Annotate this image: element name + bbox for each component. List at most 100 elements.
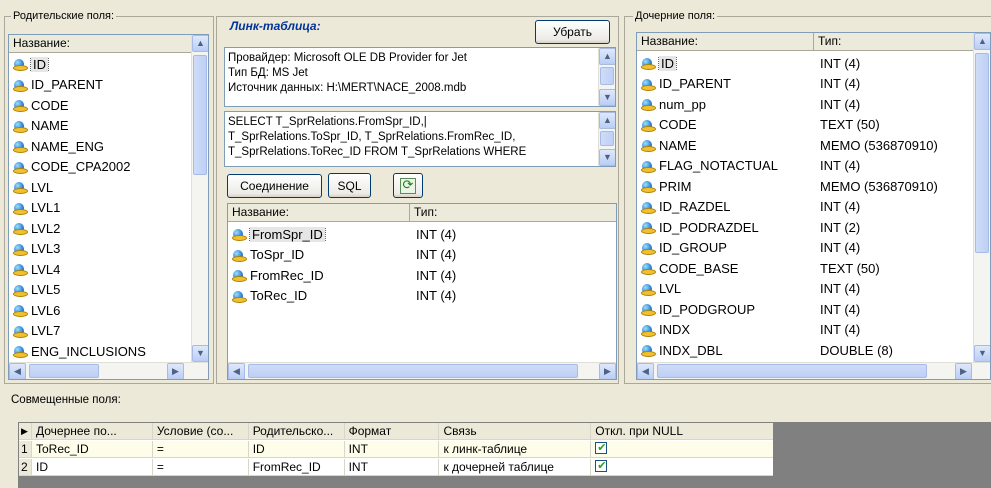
- null-off-checkbox[interactable]: [595, 441, 608, 456]
- table-row[interactable]: 2 ID = FromRec_ID INT к дочерней таблице: [19, 459, 773, 476]
- cell-parent[interactable]: ID: [249, 441, 345, 457]
- list-item[interactable]: CODE_BASE TEXT (50): [637, 258, 974, 279]
- scroll-right-icon[interactable]: ▶: [167, 363, 184, 379]
- list-item[interactable]: num_pp INT (4): [637, 94, 974, 115]
- scroll-down-icon[interactable]: ▼: [599, 149, 615, 166]
- sql-memo[interactable]: SELECT T_SprRelations.FromSpr_ID,| T_Spr…: [224, 111, 616, 167]
- link-hscrollbar[interactable]: ◀ ▶: [228, 362, 616, 379]
- scroll-down-icon[interactable]: ▼: [192, 345, 208, 362]
- list-item[interactable]: FromRec_ID INT (4): [228, 265, 600, 286]
- child-fields-header[interactable]: Название: Тип:: [637, 33, 990, 51]
- cell-condition[interactable]: =: [153, 459, 249, 475]
- child-vscroll-thumb[interactable]: [975, 53, 989, 253]
- list-item[interactable]: LVL4: [9, 259, 192, 280]
- col-condition[interactable]: Условие (со...: [153, 423, 249, 439]
- list-item[interactable]: ID_GROUP INT (4): [637, 238, 974, 259]
- list-item[interactable]: NAME: [9, 116, 192, 137]
- scroll-up-icon[interactable]: ▲: [974, 33, 990, 50]
- null-off-checkbox[interactable]: [595, 459, 608, 474]
- refresh-button[interactable]: ⟳: [393, 173, 423, 198]
- child-header-name[interactable]: Название:: [637, 33, 814, 50]
- link-header-type[interactable]: Тип:: [410, 204, 600, 221]
- list-item[interactable]: LVL5: [9, 280, 192, 301]
- col-parent-field[interactable]: Родительско...: [249, 423, 345, 439]
- scroll-left-icon[interactable]: ◀: [9, 363, 26, 379]
- col-link[interactable]: Связь: [439, 423, 592, 439]
- cell-parent[interactable]: FromRec_ID: [249, 459, 345, 475]
- sql-vscroll-thumb[interactable]: [600, 131, 614, 146]
- list-item[interactable]: ID_PODRAZDEL INT (2): [637, 217, 974, 238]
- list-item[interactable]: FLAG_NOTACTUAL INT (4): [637, 156, 974, 177]
- list-item[interactable]: CODE_CPA2002: [9, 157, 192, 178]
- list-item[interactable]: ToRec_ID INT (4): [228, 286, 600, 307]
- connection-button[interactable]: Соединение: [227, 174, 322, 198]
- scroll-up-icon[interactable]: ▲: [599, 112, 615, 129]
- cell-null-off[interactable]: [591, 459, 773, 475]
- parent-fields-header[interactable]: Название:: [9, 35, 192, 53]
- col-child-field[interactable]: Дочернее по...: [32, 423, 153, 439]
- child-fields-list[interactable]: Название: Тип: ID INT (4) ID_PARENT INT (4)…: [636, 32, 991, 380]
- scroll-left-icon[interactable]: ◀: [637, 363, 654, 379]
- parent-fields-list[interactable]: Название: ID ID_PARENT CODE NAME NAME_ENG COD…: [8, 34, 209, 380]
- parent-hscroll-thumb[interactable]: [29, 364, 99, 378]
- parent-header-name[interactable]: Название:: [9, 35, 192, 52]
- child-vscrollbar[interactable]: ▲ ▼: [973, 33, 990, 362]
- link-header-name[interactable]: Название:: [228, 204, 410, 221]
- scroll-up-icon[interactable]: ▲: [599, 48, 615, 65]
- cell-format[interactable]: INT: [345, 459, 440, 475]
- parent-hscrollbar[interactable]: ◀ ▶: [9, 362, 208, 379]
- connection-vscroll-thumb[interactable]: [600, 67, 614, 85]
- cell-link[interactable]: к линк-таблице: [439, 441, 592, 457]
- connection-vscrollbar[interactable]: ▲ ▼: [598, 48, 615, 106]
- child-hscroll-thumb[interactable]: [657, 364, 927, 378]
- sql-vscrollbar[interactable]: ▲ ▼: [598, 112, 615, 166]
- list-item[interactable]: ID_RAZDEL INT (4): [637, 197, 974, 218]
- list-item[interactable]: NAME MEMO (536870910): [637, 135, 974, 156]
- list-item[interactable]: CODE: [9, 95, 192, 116]
- child-hscrollbar[interactable]: ◀ ▶: [637, 362, 990, 379]
- scroll-right-icon[interactable]: ▶: [955, 363, 972, 379]
- list-item[interactable]: ID: [9, 54, 192, 75]
- cell-link[interactable]: к дочерней таблице: [439, 459, 592, 475]
- col-null-off[interactable]: Откл. при NULL: [591, 423, 773, 439]
- remove-button[interactable]: Убрать: [535, 20, 610, 44]
- list-item[interactable]: INDX_DBL DOUBLE (8): [637, 340, 974, 361]
- list-item[interactable]: LVL7: [9, 321, 192, 342]
- list-item[interactable]: ID INT (4): [637, 53, 974, 74]
- list-item[interactable]: ID_PARENT: [9, 75, 192, 96]
- list-item[interactable]: PRIM MEMO (536870910): [637, 176, 974, 197]
- list-item[interactable]: FromSpr_ID INT (4): [228, 224, 600, 245]
- cell-child[interactable]: ToRec_ID: [32, 441, 153, 457]
- scroll-up-icon[interactable]: ▲: [192, 35, 208, 52]
- sql-button[interactable]: SQL: [328, 173, 371, 198]
- child-header-type[interactable]: Тип:: [814, 33, 974, 50]
- link-fields-list[interactable]: Название: Тип: FromSpr_ID INT (4) ToSpr_ID…: [227, 203, 617, 380]
- table-row[interactable]: 1 ToRec_ID = ID INT к линк-таблице: [19, 441, 773, 458]
- scroll-left-icon[interactable]: ◀: [228, 363, 245, 379]
- cell-child[interactable]: ID: [32, 459, 153, 475]
- connection-info-memo[interactable]: Провайдер: Microsoft OLE DB Provider for…: [224, 47, 616, 107]
- list-item[interactable]: NAME_ENG: [9, 136, 192, 157]
- scroll-right-icon[interactable]: ▶: [599, 363, 616, 379]
- cell-condition[interactable]: =: [153, 441, 249, 457]
- cell-format[interactable]: INT: [345, 441, 440, 457]
- list-item[interactable]: LVL1: [9, 198, 192, 219]
- link-fields-header[interactable]: Название: Тип:: [228, 204, 616, 222]
- scroll-down-icon[interactable]: ▼: [599, 89, 615, 106]
- combined-grid-header[interactable]: ▶ Дочернее по... Условие (со... Родитель…: [19, 423, 773, 440]
- list-item[interactable]: LVL: [9, 177, 192, 198]
- col-format[interactable]: Формат: [345, 423, 440, 439]
- link-hscroll-thumb[interactable]: [248, 364, 578, 378]
- parent-vscrollbar[interactable]: ▲ ▼: [191, 35, 208, 362]
- list-item[interactable]: ToSpr_ID INT (4): [228, 245, 600, 266]
- list-item[interactable]: LVL3: [9, 239, 192, 260]
- list-item[interactable]: LVL6: [9, 300, 192, 321]
- list-item[interactable]: INDX INT (4): [637, 320, 974, 341]
- parent-vscroll-thumb[interactable]: [193, 55, 207, 175]
- list-item[interactable]: CODE TEXT (50): [637, 115, 974, 136]
- list-item[interactable]: ENG_INCLUSIONS: [9, 341, 192, 362]
- scroll-down-icon[interactable]: ▼: [974, 345, 990, 362]
- combined-fields-grid[interactable]: ▶ Дочернее по... Условие (со... Родитель…: [18, 422, 991, 488]
- list-item[interactable]: ID_PARENT INT (4): [637, 74, 974, 95]
- list-item[interactable]: LVL2: [9, 218, 192, 239]
